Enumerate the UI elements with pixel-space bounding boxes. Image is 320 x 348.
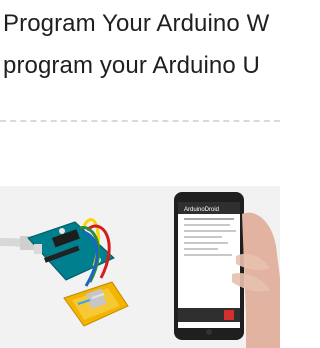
phone: ArduinoDroid: [174, 192, 244, 340]
article-subtitle-line-2: program your Arduino U: [3, 52, 260, 79]
phone-app-title: ArduinoDroid: [184, 207, 219, 213]
dashed-divider: [0, 120, 280, 122]
article-title-line-1[interactable]: Program Your Arduino W: [3, 10, 269, 38]
article-image[interactable]: ArduinoDroid: [0, 186, 280, 348]
arduino-phone-photo: ArduinoDroid: [0, 186, 280, 348]
